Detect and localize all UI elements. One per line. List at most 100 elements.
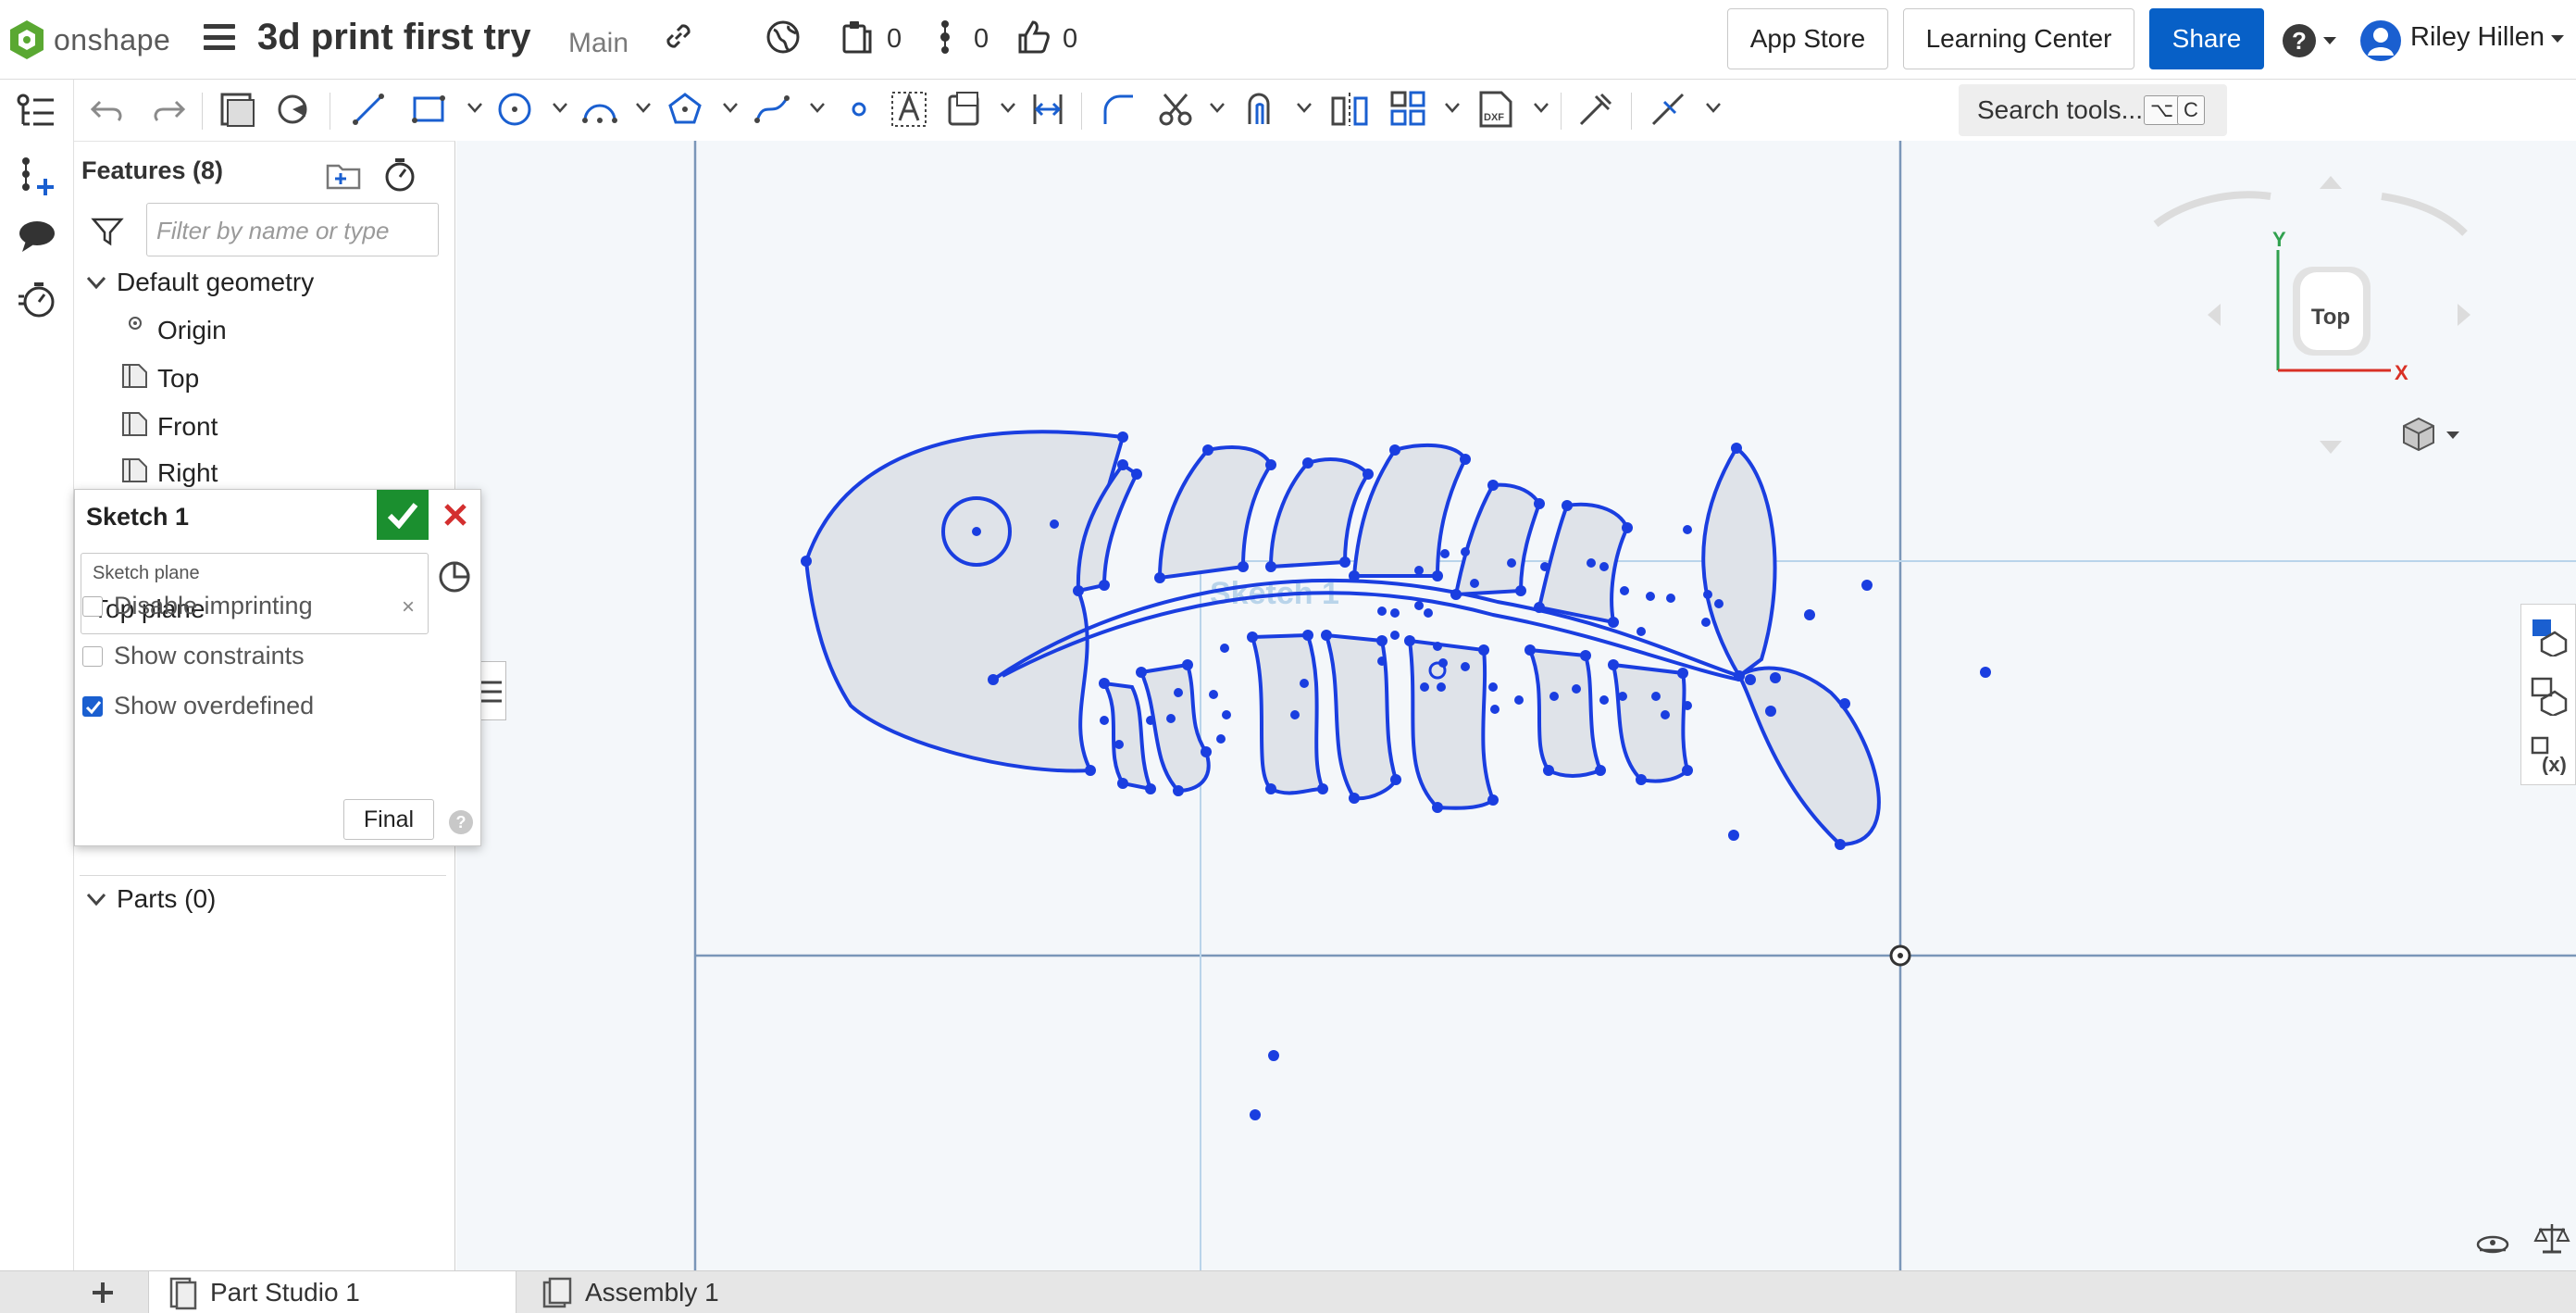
left-rail [0,80,74,1313]
document-menu-button[interactable] [204,24,235,50]
offset-tool-icon[interactable] [1242,89,1283,130]
document-title[interactable]: 3d print first try [257,17,531,58]
view-normal-icon[interactable] [436,558,473,595]
comment-icon[interactable] [17,219,57,256]
rectangle-tool-icon[interactable] [409,89,450,130]
sketch-canvas[interactable]: Sketch 1 Top Y X [456,141,2576,1270]
mass-properties-icon[interactable] [2533,1220,2570,1257]
share-button[interactable]: Share [2149,8,2264,69]
rectangle-dropdown-icon[interactable] [467,102,483,113]
dxf-import-icon[interactable]: DXF [1475,89,1516,130]
spline-tool-icon[interactable] [752,89,792,130]
dxf-dropdown-icon[interactable] [1533,102,1549,113]
constraint-tool-icon[interactable] [1648,89,1688,130]
appearance-panel-icon[interactable] [2529,616,2570,656]
dimension-tool-icon[interactable] [1027,89,1068,130]
offset-dropdown-icon[interactable] [1296,102,1313,113]
pattern-dropdown-icon[interactable] [1444,102,1461,113]
spline-dropdown-icon[interactable] [809,102,826,113]
transform-tool-icon[interactable] [1575,89,1616,130]
globe-icon[interactable] [765,19,802,56]
construction-dropdown-icon[interactable] [1000,102,1016,113]
pattern-tool-icon[interactable] [1388,89,1429,130]
dialog-help-icon[interactable]: ? [449,810,473,834]
tab-part-studio-1[interactable]: Part Studio 1 [148,1271,516,1313]
help-caret-icon[interactable] [2321,35,2338,46]
feature-list-icon[interactable] [17,93,57,131]
search-tools-input[interactable]: Search tools... ⌥ C [1959,84,2227,136]
tab-assembly-1[interactable]: Assembly 1 [518,1271,889,1313]
filter-icon[interactable] [91,216,124,247]
rollback-timer-icon[interactable] [381,156,418,194]
circle-dropdown-icon[interactable] [552,102,568,113]
new-sketch-icon[interactable] [217,89,257,130]
custom-features-icon[interactable]: (x) [2529,734,2570,775]
arc-tool-icon[interactable] [579,89,620,130]
view-options-cube-icon[interactable] [2403,417,2459,452]
point-tool-icon[interactable] [839,89,879,130]
chevron-down-icon[interactable] [85,275,107,292]
history-icon[interactable] [17,280,57,320]
svg-text:DXF: DXF [1484,112,1504,123]
onshape-logo[interactable]: onshape [7,19,170,61]
show-overdefined-option[interactable]: Show overdefined [82,692,314,720]
view-cube[interactable]: Top Y X [1336,141,2470,454]
text-tool-icon[interactable] [889,89,929,130]
clear-selection-icon[interactable]: × [402,594,415,620]
app-store-button[interactable]: App Store [1727,8,1888,69]
trim-dropdown-icon[interactable] [1209,102,1226,113]
user-caret-icon[interactable] [2549,33,2566,44]
redo-icon[interactable] [148,89,189,130]
link-icon[interactable] [661,19,696,54]
origin-marker[interactable] [1889,944,1911,967]
help-button[interactable]: ? [2283,24,2316,57]
user-name[interactable]: Riley Hillen [2410,22,2545,53]
brand-name: onshape [54,22,171,56]
show-constraints-checkbox[interactable] [82,645,103,667]
sketch-plane-icon[interactable] [274,89,315,130]
show-constraints-option[interactable]: Show constraints [82,642,305,670]
feature-item-top[interactable]: Top [157,364,199,394]
add-folder-icon[interactable] [324,158,363,192]
cancel-button[interactable] [430,490,480,540]
show-overdefined-checkbox[interactable] [82,695,103,717]
like-icon[interactable] [1014,19,1052,56]
add-tab-button[interactable] [74,1271,131,1313]
undo-icon[interactable] [87,89,128,130]
likes-count: 0 [1063,24,1078,54]
insert-part-icon[interactable] [17,156,57,196]
chevron-down-icon[interactable] [85,892,107,908]
branch-name[interactable]: Main [568,28,628,59]
constraint-dropdown-icon[interactable] [1705,102,1722,113]
variables-panel-icon[interactable] [2529,675,2570,716]
sketch-plane-label: Sketch plane [93,563,200,583]
disable-imprinting-checkbox[interactable] [82,595,103,617]
arc-dropdown-icon[interactable] [635,102,652,113]
parts-folder[interactable]: Parts (0) [117,884,216,914]
versions-icon[interactable] [840,19,876,56]
circle-tool-icon[interactable] [494,89,535,130]
graphics-area[interactable]: Sketch 1 Top Y X (x) [456,141,2576,1270]
feature-item-origin[interactable]: Origin [157,316,227,345]
shortcut-key-c: C [2177,95,2205,125]
polygon-tool-icon[interactable] [665,89,705,130]
default-geometry-folder[interactable]: Default geometry [117,268,314,297]
trim-tool-icon[interactable] [1155,89,1196,130]
feature-filter-input[interactable]: Filter by name or type [146,203,439,256]
line-tool-icon[interactable] [348,89,389,130]
final-button[interactable]: Final [343,799,434,840]
accept-button[interactable] [377,490,429,540]
construction-tool-icon[interactable] [944,89,985,130]
learning-center-button[interactable]: Learning Center [1903,8,2134,69]
fish-sketch[interactable] [803,430,1881,847]
feature-item-right[interactable]: Right [157,458,218,488]
polygon-dropdown-icon[interactable] [722,102,739,113]
fillet-tool-icon[interactable] [1098,89,1139,130]
measure-tool-icon[interactable] [2474,1226,2511,1257]
feature-item-front[interactable]: Front [157,412,218,442]
mirror-tool-icon[interactable] [1329,89,1370,130]
comments-branch-icon[interactable] [935,19,955,56]
disable-imprinting-option[interactable]: Disable imprinting [82,592,313,620]
avatar[interactable] [2358,19,2403,63]
panel-divider [80,875,446,876]
